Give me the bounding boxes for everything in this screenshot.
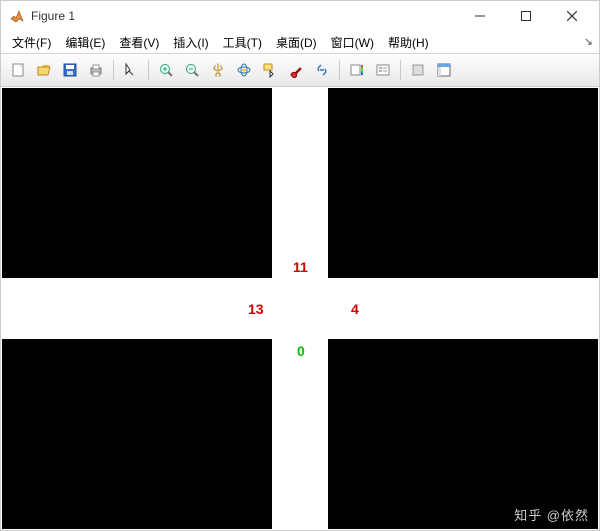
menu-edit[interactable]: 编辑(E) xyxy=(58,32,112,53)
save-button[interactable] xyxy=(58,58,82,82)
watermark-text: 知乎 @依然 xyxy=(514,505,589,524)
toolbar-separator xyxy=(148,60,149,80)
window-title: Figure 1 xyxy=(31,9,75,23)
new-figure-button[interactable] xyxy=(6,58,30,82)
maximize-button[interactable] xyxy=(503,1,549,31)
subplot-bottom-left xyxy=(2,339,272,529)
toolbar-separator xyxy=(113,60,114,80)
menu-help[interactable]: 帮助(H) xyxy=(381,32,436,53)
menu-insert[interactable]: 插入(I) xyxy=(166,32,215,53)
show-tools-button[interactable] xyxy=(432,58,456,82)
close-button[interactable] xyxy=(549,1,595,31)
print-button[interactable] xyxy=(84,58,108,82)
label-right: 4 xyxy=(351,301,359,317)
subplot-top-right xyxy=(328,88,598,278)
menubar: 文件(F) 编辑(E) 查看(V) 插入(I) 工具(T) 桌面(D) 窗口(W… xyxy=(1,31,599,54)
label-top: 11 xyxy=(293,259,308,275)
insert-legend-button[interactable] xyxy=(371,58,395,82)
insert-colorbar-button[interactable] xyxy=(345,58,369,82)
label-bottom: 0 xyxy=(297,343,305,359)
toolbar-separator xyxy=(339,60,340,80)
zoom-out-button[interactable] xyxy=(180,58,204,82)
minimize-button[interactable] xyxy=(457,1,503,31)
rotate-3d-button[interactable] xyxy=(232,58,256,82)
menu-file[interactable]: 文件(F) xyxy=(5,32,58,53)
figure-window: Figure 1 文件(F) 编辑(E) 查看(V) 插入(I) 工具(T) 桌… xyxy=(0,0,600,531)
edit-plot-button[interactable] xyxy=(119,58,143,82)
menu-window[interactable]: 窗口(W) xyxy=(324,32,381,53)
menu-view[interactable]: 查看(V) xyxy=(112,32,166,53)
dock-arrow-icon[interactable]: ↘ xyxy=(584,35,593,48)
open-button[interactable] xyxy=(32,58,56,82)
titlebar: Figure 1 xyxy=(1,1,599,31)
label-left: 13 xyxy=(248,301,264,317)
brush-button[interactable] xyxy=(284,58,308,82)
subplot-top-left xyxy=(2,88,272,278)
menu-tools[interactable]: 工具(T) xyxy=(216,32,269,53)
data-cursor-button[interactable] xyxy=(258,58,282,82)
window-controls xyxy=(457,1,595,31)
zoom-in-button[interactable] xyxy=(154,58,178,82)
pan-button[interactable] xyxy=(206,58,230,82)
subplot-bottom-right xyxy=(328,339,598,529)
toolbar xyxy=(1,54,599,87)
menu-desktop[interactable]: 桌面(D) xyxy=(269,32,324,53)
link-data-button[interactable] xyxy=(310,58,334,82)
toolbar-separator xyxy=(400,60,401,80)
figure-canvas[interactable]: 11 13 4 0 知乎 @依然 xyxy=(1,87,599,530)
hide-tools-button[interactable] xyxy=(406,58,430,82)
matlab-app-icon xyxy=(9,8,25,24)
